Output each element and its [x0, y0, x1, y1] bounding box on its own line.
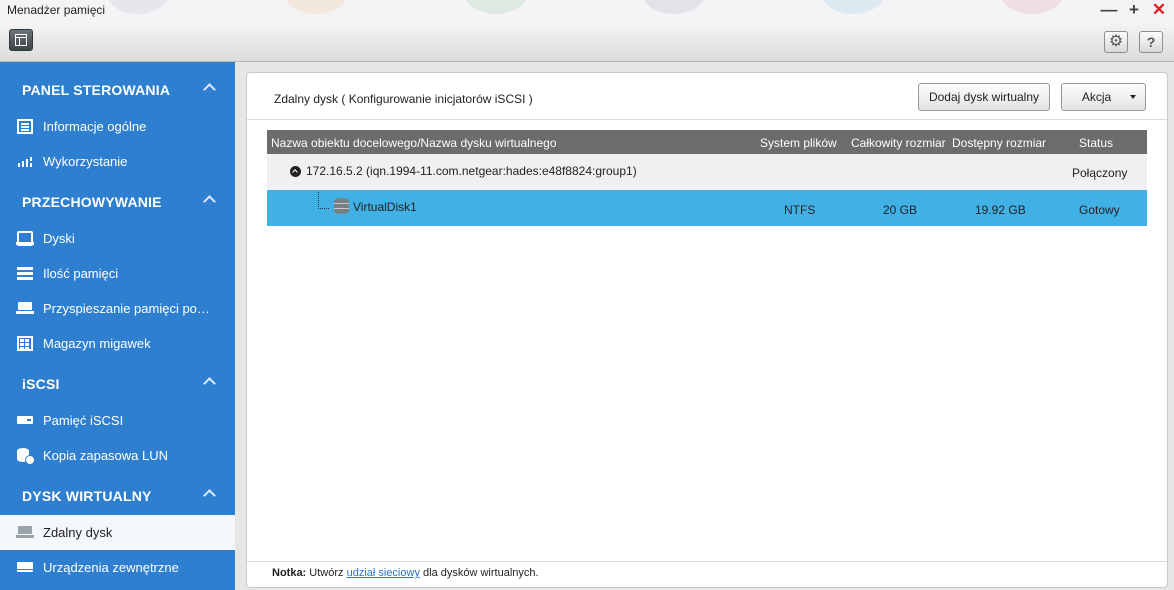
info-list-icon — [17, 119, 33, 134]
sidebar-item-label: Magazyn migawek — [43, 336, 151, 351]
layout-toggle-button[interactable] — [9, 29, 33, 51]
layout-icon — [15, 34, 27, 46]
maximize-button[interactable]: + — [1125, 1, 1143, 19]
sidebar-item-label: Przyspieszanie pamięci podr… — [43, 301, 210, 316]
sidebar-item-pamiec-iscsi[interactable]: Pamięć iSCSI — [0, 403, 235, 438]
disk-total-size: 20 GB — [883, 203, 918, 217]
sidebar-item-dyski[interactable]: Dyski — [0, 221, 235, 256]
background-app-icon — [283, 0, 349, 14]
column-header-filesystem[interactable]: System plików — [760, 136, 837, 150]
sidebar-item-label: Pamięć iSCSI — [43, 413, 124, 428]
sidebar-item-magazyn-migawek[interactable]: Magazyn migawek — [0, 326, 235, 361]
close-button[interactable]: ✕ — [1150, 1, 1168, 19]
toolbar: ⚙ ? — [0, 20, 1174, 62]
note-before-link: Utwórz — [306, 567, 347, 579]
column-header-name[interactable]: Nazwa obiektu docelowego/Nazwa dysku wir… — [271, 136, 557, 150]
sidebar-item-przyspieszanie[interactable]: Przyspieszanie pamięci podr… — [0, 291, 235, 326]
background-app-icon — [463, 0, 529, 14]
help-icon: ? — [1146, 34, 1156, 50]
caret-down-icon — [1130, 95, 1136, 99]
disk-icon — [16, 231, 34, 246]
database-icon — [334, 198, 349, 214]
sidebar-item-informacje-ogolne[interactable]: Informacje ogólne — [0, 109, 235, 144]
sidebar-item-label: Zdalny dysk — [43, 525, 113, 540]
background-app-icon — [105, 0, 171, 14]
gear-icon: ⚙ — [1108, 33, 1124, 50]
iscsi-drive-icon — [17, 413, 33, 428]
action-dropdown-button[interactable]: Akcja — [1061, 83, 1146, 111]
target-name: 172.16.5.2 (iqn.1994-11.com.netgear:hade… — [306, 164, 637, 178]
panel-header: Zdalny dysk ( Konfigurowanie inicjatorów… — [247, 73, 1167, 120]
chevron-up-icon[interactable] — [203, 195, 216, 208]
sidebar-item-ilosc-pamieci[interactable]: Ilość pamięci — [0, 256, 235, 291]
panel-footer: Notka: Utwórz udział sieciowy dla dysków… — [247, 561, 1167, 588]
settings-button[interactable]: ⚙ — [1104, 31, 1128, 53]
column-header-total-size[interactable]: Całkowity rozmiar — [851, 136, 946, 150]
section-title: PRZECHOWYWANIE — [22, 194, 162, 210]
section-title: DYSK WIRTUALNY — [22, 488, 152, 504]
title-bar: Menadżer pamięci — + ✕ — [0, 0, 1174, 20]
table-row-virtual-disk[interactable]: VirtualDisk1 NTFS 20 GB 19.92 GB Gotowy — [267, 190, 1147, 226]
storage-stack-icon — [17, 266, 33, 281]
section-iscsi[interactable]: iSCSI — [0, 365, 235, 401]
column-header-available-size[interactable]: Dostępny rozmiar — [952, 136, 1046, 150]
help-button[interactable]: ? — [1139, 31, 1163, 53]
network-share-link[interactable]: udział sieciowy — [347, 567, 420, 579]
note-prefix: Notka: — [272, 567, 307, 579]
sidebar-item-label: Dyski — [43, 231, 75, 246]
sidebar-item-label: Ilość pamięci — [43, 266, 119, 281]
table-header: Nazwa obiektu docelowego/Nazwa dysku wir… — [267, 130, 1147, 154]
sidebar-item-urzadzenia-zewnetrzne[interactable]: Urządzenia zewnętrzne — [0, 550, 235, 585]
column-header-status[interactable]: Status — [1079, 136, 1113, 150]
virtual-disk-table: Nazwa obiektu docelowego/Nazwa dysku wir… — [267, 130, 1147, 226]
cache-drive-icon — [16, 301, 34, 316]
sidebar-item-label: Wykorzystanie — [43, 154, 128, 169]
disk-name: VirtualDisk1 — [353, 200, 417, 214]
add-virtual-disk-button[interactable]: Dodaj dysk wirtualny — [918, 83, 1050, 111]
note-text: Notka: Utwórz udział sieciowy dla dysków… — [272, 567, 539, 579]
background-app-icon — [820, 0, 886, 14]
collapse-icon[interactable] — [290, 166, 301, 177]
sidebar-item-label: Urządzenia zewnętrzne — [43, 560, 179, 575]
note-after-link: dla dysków wirtualnych. — [419, 567, 539, 579]
sidebar-item-zdalny-dysk[interactable]: Zdalny dysk — [0, 515, 235, 550]
table-row-target[interactable]: 172.16.5.2 (iqn.1994-11.com.netgear:hade… — [267, 154, 1147, 190]
chevron-up-icon[interactable] — [203, 489, 216, 502]
background-app-icon — [641, 0, 707, 14]
background-app-icon — [999, 0, 1065, 14]
window-title: Menadżer pamięci — [7, 3, 106, 17]
action-label: Akcja — [1081, 90, 1112, 104]
window-controls: — + ✕ — [1100, 1, 1168, 19]
section-title: iSCSI — [22, 376, 60, 392]
disk-status: Gotowy — [1079, 203, 1120, 217]
page-title: Zdalny dysk ( Konfigurowanie inicjatorów… — [274, 92, 533, 106]
minimize-button[interactable]: — — [1100, 1, 1118, 19]
snapshot-icon — [17, 336, 33, 351]
chevron-up-icon[interactable] — [203, 377, 216, 390]
sidebar-item-label: Informacje ogólne — [43, 119, 147, 134]
sidebar-item-kopia-zapasowa-lun[interactable]: Kopia zapasowa LUN — [0, 438, 235, 473]
section-panel-sterowania[interactable]: PANEL STEROWANIA — [0, 71, 235, 107]
disk-filesystem: NTFS — [784, 203, 816, 217]
sidebar-item-label: Kopia zapasowa LUN — [43, 448, 169, 463]
section-przechowywanie[interactable]: PRZECHOWYWANIE — [0, 183, 235, 219]
disk-available-size: 19.92 GB — [975, 203, 1026, 217]
main-panel: Zdalny dysk ( Konfigurowanie inicjatorów… — [246, 72, 1168, 588]
external-device-icon — [17, 560, 33, 575]
section-dysk-wirtualny[interactable]: DYSK WIRTUALNY — [0, 477, 235, 513]
usage-bars-icon — [17, 154, 33, 169]
section-title: PANEL STEROWANIA — [22, 82, 171, 98]
chevron-up-icon[interactable] — [203, 83, 216, 96]
sidebar: PANEL STEROWANIA Informacje ogólne Wykor… — [0, 62, 235, 590]
target-status: Połączony — [1072, 166, 1128, 180]
tree-connector — [318, 192, 329, 209]
lun-backup-icon — [17, 448, 35, 465]
remote-disk-icon — [16, 525, 34, 540]
sidebar-item-wykorzystanie[interactable]: Wykorzystanie — [0, 144, 235, 179]
